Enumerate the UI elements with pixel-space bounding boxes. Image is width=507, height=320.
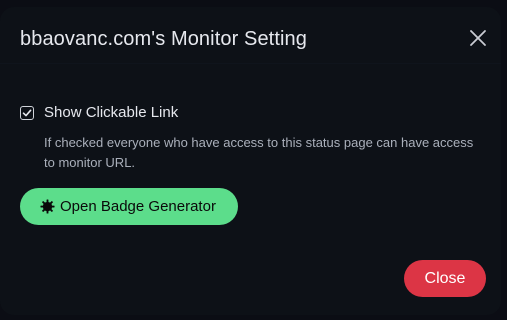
monitor-setting-modal: bbaovanc.com's Monitor Setting Show Clic… xyxy=(0,7,501,315)
open-badge-generator-button[interactable]: Open Badge Generator xyxy=(20,188,238,225)
cog-icon xyxy=(40,199,55,214)
check-icon xyxy=(22,108,32,116)
show-clickable-link-checkbox[interactable] xyxy=(20,105,34,120)
close-button[interactable]: Close xyxy=(404,260,486,297)
show-clickable-link-setting: Show Clickable Link xyxy=(20,104,178,121)
open-badge-generator-label: Open Badge Generator xyxy=(60,198,216,215)
show-clickable-link-help: If checked everyone who have access to t… xyxy=(44,135,474,170)
modal-title: bbaovanc.com's Monitor Setting xyxy=(20,28,307,50)
close-x-icon[interactable] xyxy=(468,28,488,48)
show-clickable-link-label: Show Clickable Link xyxy=(44,104,179,121)
header-divider xyxy=(0,63,501,64)
